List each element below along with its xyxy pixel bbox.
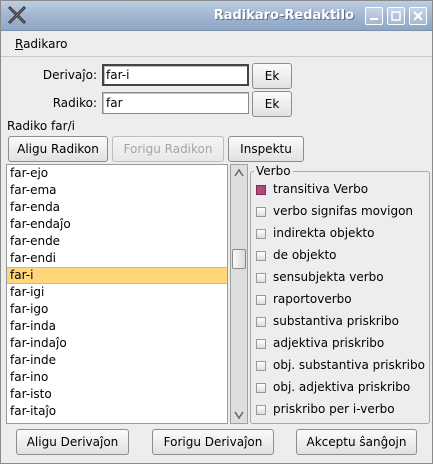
list-item[interactable]: far-ema <box>7 182 227 199</box>
checkbox[interactable] <box>256 185 266 195</box>
app-x-icon <box>8 6 26 24</box>
checkbox[interactable] <box>256 361 266 371</box>
verbo-option-label: adjektiva priskribo <box>273 336 385 350</box>
list-item[interactable]: far-enda <box>7 199 227 216</box>
radiko-heading: Radiko far/i <box>7 119 75 133</box>
title-bar[interactable]: Radikaro-Redaktilo <box>1 1 432 31</box>
app-window: Radikaro-Redaktilo Radikaro Derivaĵo: fa… <box>0 0 433 464</box>
menu-bar: Radikaro <box>1 31 432 57</box>
scroll-down-icon[interactable] <box>231 407 247 423</box>
derivajo-label: Derivaĵo: <box>42 68 97 82</box>
scroll-thumb[interactable] <box>232 249 246 269</box>
verbo-group-title: Verbo <box>254 164 293 178</box>
list-item[interactable]: far-inde <box>7 352 227 369</box>
menu-radikaro[interactable]: Radikaro <box>15 37 68 51</box>
list-item[interactable]: far-ejo <box>7 165 227 182</box>
maximize-icon <box>391 11 401 21</box>
list-item[interactable]: far-ende <box>7 233 227 250</box>
radiko-ek-button[interactable]: Ek <box>252 91 292 117</box>
derivation-list[interactable]: far-ejo far-ema far-enda far-endaĵo far-ende… <box>6 164 228 424</box>
verbo-option-label: obj. adjektiva priskribo <box>273 380 411 394</box>
minimize-icon <box>370 18 378 20</box>
forigu-derivajon-button[interactable]: Forigu Derivaĵon <box>152 429 274 455</box>
list-item[interactable]: far-ino <box>7 369 227 386</box>
akceptu-button[interactable]: Akceptu ŝanĝojn <box>296 429 417 455</box>
list-item[interactable]: far-endaĵo <box>7 216 227 233</box>
checkbox[interactable] <box>256 317 266 327</box>
verbo-option-label: obj. substantiva priskribo <box>273 358 425 372</box>
inspektu-button[interactable]: Inspektu <box>228 136 304 162</box>
forigu-radikon-button: Forigu Radikon <box>112 136 224 162</box>
derivajo-field[interactable]: far-i <box>102 64 249 86</box>
verbo-option-label: priskribo per i-verbo <box>273 402 395 416</box>
radiko-label: Radiko: <box>52 96 97 110</box>
checkbox[interactable] <box>256 229 266 239</box>
derivation-list-scrollbar[interactable] <box>230 164 248 424</box>
minimize-button[interactable] <box>365 7 383 25</box>
checkbox[interactable] <box>256 251 266 261</box>
aligu-radikon-button[interactable]: Aligu Radikon <box>8 136 108 162</box>
list-item[interactable]: far-indaĵo <box>7 335 227 352</box>
derivajo-ek-button[interactable]: Ek <box>252 63 292 89</box>
radiko-field[interactable]: far <box>102 92 249 114</box>
verbo-option-label: sensubjekta verbo <box>273 270 384 284</box>
list-item[interactable]: far-i <box>7 267 227 284</box>
list-item[interactable]: far-igi <box>7 284 227 301</box>
aligu-derivajon-button[interactable]: Aligu Derivaĵon <box>16 429 129 455</box>
verbo-option-label: raportoverbo <box>273 292 352 306</box>
checkbox[interactable] <box>256 383 266 393</box>
list-item[interactable]: far-igo <box>7 301 227 318</box>
list-item[interactable]: far-inda <box>7 318 227 335</box>
verbo-option-label: de objekto <box>273 248 337 262</box>
window-title: Radikaro-Redaktilo <box>213 8 354 23</box>
verbo-option-label: verbo signifas movigon <box>273 204 414 218</box>
checkbox[interactable] <box>256 295 266 305</box>
list-item[interactable]: far-endi <box>7 250 227 267</box>
scroll-up-icon[interactable] <box>231 165 247 181</box>
verbo-option-label: transitiva Verbo <box>273 182 369 196</box>
verbo-option-label: indirekta objekto <box>273 226 375 240</box>
maximize-button[interactable] <box>387 7 405 25</box>
list-item[interactable]: far-isto <box>7 386 227 403</box>
checkbox[interactable] <box>256 405 266 415</box>
verbo-option-label: substantiva priskribo <box>273 314 400 328</box>
checkbox[interactable] <box>256 273 266 283</box>
close-icon <box>413 11 423 21</box>
checkbox[interactable] <box>256 207 266 217</box>
close-button[interactable] <box>409 7 427 25</box>
list-item[interactable]: far-itaĵo <box>7 403 227 420</box>
checkbox[interactable] <box>256 339 266 349</box>
